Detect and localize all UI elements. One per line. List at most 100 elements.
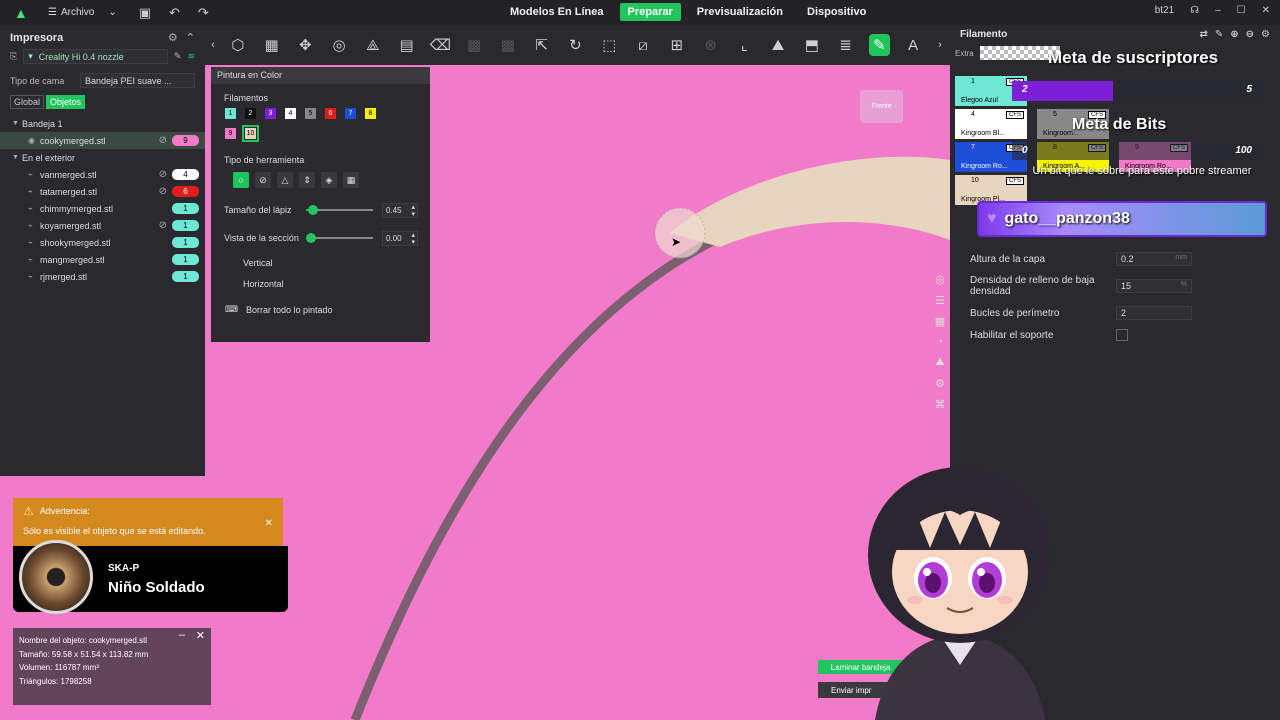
collapse-left-icon[interactable]: ‹: [205, 28, 221, 62]
text-tool-icon[interactable]: A: [896, 28, 930, 62]
sync-icon[interactable]: ⇄: [1199, 29, 1207, 40]
paint-icon[interactable]: ⊘: [159, 135, 167, 146]
triangle-brush-icon[interactable]: △: [277, 172, 293, 188]
wifi-icon[interactable]: ≋: [187, 51, 195, 62]
circle-brush-icon[interactable]: ○: [233, 172, 249, 188]
add-icon[interactable]: ⊕: [1230, 29, 1238, 40]
layer-height-input[interactable]: 0.2 mm: [1116, 252, 1192, 266]
undo-icon[interactable]: ↶: [169, 5, 180, 21]
close-icon[interactable]: ✕: [196, 630, 205, 644]
view-cube[interactable]: Frente: [860, 90, 903, 123]
paint-icon[interactable]: ⊘: [159, 186, 167, 197]
mountain-icon[interactable]: ⛰: [935, 356, 944, 369]
orient-icon[interactable]: ◎: [322, 28, 356, 62]
minimize-icon[interactable]: –: [1215, 5, 1221, 16]
filament-swatch[interactable]: 7: [345, 108, 356, 119]
nodes-icon[interactable]: ⌘: [935, 398, 946, 411]
stepper-icon[interactable]: ▴ ▾: [411, 232, 415, 246]
printer-select[interactable]: ▾ Creality Hi 0.4 nozzle: [23, 49, 168, 64]
boolean-icon[interactable]: ⊗: [694, 28, 728, 62]
layout-icon[interactable]: ▤: [390, 28, 424, 62]
filament-swatch[interactable]: 8: [365, 108, 376, 119]
tree-group[interactable]: ▼ En el exterior: [0, 149, 205, 166]
section-view-input[interactable]: 0.00 ▴ ▾: [382, 230, 418, 246]
filament-badge[interactable]: 1: [172, 203, 199, 214]
enable-support-checkbox[interactable]: [1116, 329, 1128, 341]
expand-arrow-icon[interactable]: ▼: [12, 154, 22, 161]
filament-swatch[interactable]: 5: [305, 108, 316, 119]
filament-badge[interactable]: 1: [172, 271, 199, 282]
split-parts-icon[interactable]: ▩: [491, 28, 525, 62]
filament-swatch[interactable]: 9: [225, 128, 236, 139]
tree-object[interactable]: ⌁ koyamerged.stl ⊘ 1: [0, 217, 205, 234]
tree-object[interactable]: ⌁ tatamerged.stl ⊘ 6: [0, 183, 205, 200]
pen-size-input[interactable]: 0.45 ▴ ▾: [382, 202, 418, 218]
grid-icon[interactable]: ▦: [935, 315, 945, 328]
tab-global[interactable]: Global: [10, 95, 45, 109]
save-icon[interactable]: ▣: [139, 5, 151, 21]
tree-plate[interactable]: ▼ Bandeja 1: [0, 115, 205, 132]
erase-all-button[interactable]: ⌨ Borrar todo lo pintado: [211, 294, 430, 325]
camera-icon[interactable]: ◎: [935, 273, 945, 286]
tab-prepare[interactable]: Preparar: [619, 3, 681, 21]
add-object-icon[interactable]: ⬡: [221, 28, 255, 62]
filament-badge[interactable]: 9: [172, 135, 199, 146]
filament-card[interactable]: 4 CFS Kingroom Bl...: [955, 109, 1027, 139]
filament-badge[interactable]: 1: [172, 237, 199, 248]
expand-arrow-icon[interactable]: ▼: [12, 120, 22, 127]
measure-icon[interactable]: ⌞: [727, 28, 761, 62]
close-icon[interactable]: ✕: [1262, 5, 1270, 16]
layers-icon[interactable]: ☰: [935, 294, 945, 307]
tab-device[interactable]: Dispositivo: [799, 3, 874, 21]
arrange-icon[interactable]: ✥: [288, 28, 322, 62]
scale-icon[interactable]: ⬚: [592, 28, 626, 62]
close-icon[interactable]: ✕: [265, 518, 273, 529]
tab-online-models[interactable]: Modelos En Línea: [502, 3, 612, 21]
user-name[interactable]: bt21: [1155, 5, 1174, 16]
rotate-icon[interactable]: ↻: [559, 28, 593, 62]
seam-paint-icon[interactable]: ⬒: [795, 28, 829, 62]
vertical-checkbox[interactable]: [228, 258, 237, 267]
support-paint-icon[interactable]: ⛰: [761, 28, 795, 62]
tree-object[interactable]: ⌁ vanmerged.stl ⊘ 4: [0, 166, 205, 183]
auto-orient-icon[interactable]: ⟁: [356, 28, 390, 62]
fill-bucket-icon[interactable]: ◈: [321, 172, 337, 188]
wall-loops-input[interactable]: 2: [1116, 306, 1192, 320]
settings-icon[interactable]: ⚙: [1261, 29, 1270, 40]
maximize-icon[interactable]: ☐: [1237, 5, 1246, 16]
tree-object[interactable]: ⌁ mangmerged.stl 1: [0, 251, 205, 268]
filament-badge[interactable]: 1: [172, 220, 199, 231]
filament-swatch[interactable]: 4: [285, 108, 296, 119]
speed-icon[interactable]: ◔: [937, 336, 944, 348]
redo-icon[interactable]: ↷: [198, 5, 209, 21]
edit-icon[interactable]: ✎: [1215, 29, 1223, 40]
settings-icon[interactable]: ⚙: [935, 377, 945, 390]
add-plate-icon[interactable]: ▦: [255, 28, 289, 62]
tab-preview[interactable]: Previsualización: [689, 3, 791, 21]
section-view-slider[interactable]: [306, 233, 373, 243]
minimize-icon[interactable]: –: [179, 629, 185, 643]
filament-swatch[interactable]: 6: [325, 108, 336, 119]
filament-swatch-selected[interactable]: 10: [242, 125, 259, 142]
tab-objects[interactable]: Objetos: [46, 95, 86, 109]
move-icon[interactable]: ⇱: [525, 28, 559, 62]
horizontal-checkbox[interactable]: [228, 279, 237, 288]
filament-swatch[interactable]: 2: [245, 108, 256, 119]
vertical-option[interactable]: Vertical: [211, 252, 430, 273]
tree-object[interactable]: ⌁ rjmerged.stl 1: [0, 268, 205, 285]
filament-badge[interactable]: 6: [172, 186, 199, 197]
sphere-brush-icon[interactable]: ⊘: [255, 172, 271, 188]
gap-fill-icon[interactable]: ▦: [343, 172, 359, 188]
color-paint-icon[interactable]: ✎: [862, 28, 896, 62]
height-range-icon[interactable]: ⇕: [299, 172, 315, 188]
slider-knob[interactable]: [306, 233, 316, 243]
filament-badge[interactable]: 4: [172, 169, 199, 180]
pen-size-slider[interactable]: [306, 205, 373, 215]
paint-icon[interactable]: ⊘: [159, 220, 167, 231]
horizontal-option[interactable]: Horizontal: [211, 273, 430, 294]
gear-icon[interactable]: ⚙: [168, 31, 178, 44]
filament-swatch[interactable]: 3: [265, 108, 276, 119]
collapse-icon[interactable]: ⌃: [186, 31, 195, 44]
eye-icon[interactable]: ◉: [28, 136, 37, 145]
stepper-icon[interactable]: ▴ ▾: [411, 204, 415, 218]
